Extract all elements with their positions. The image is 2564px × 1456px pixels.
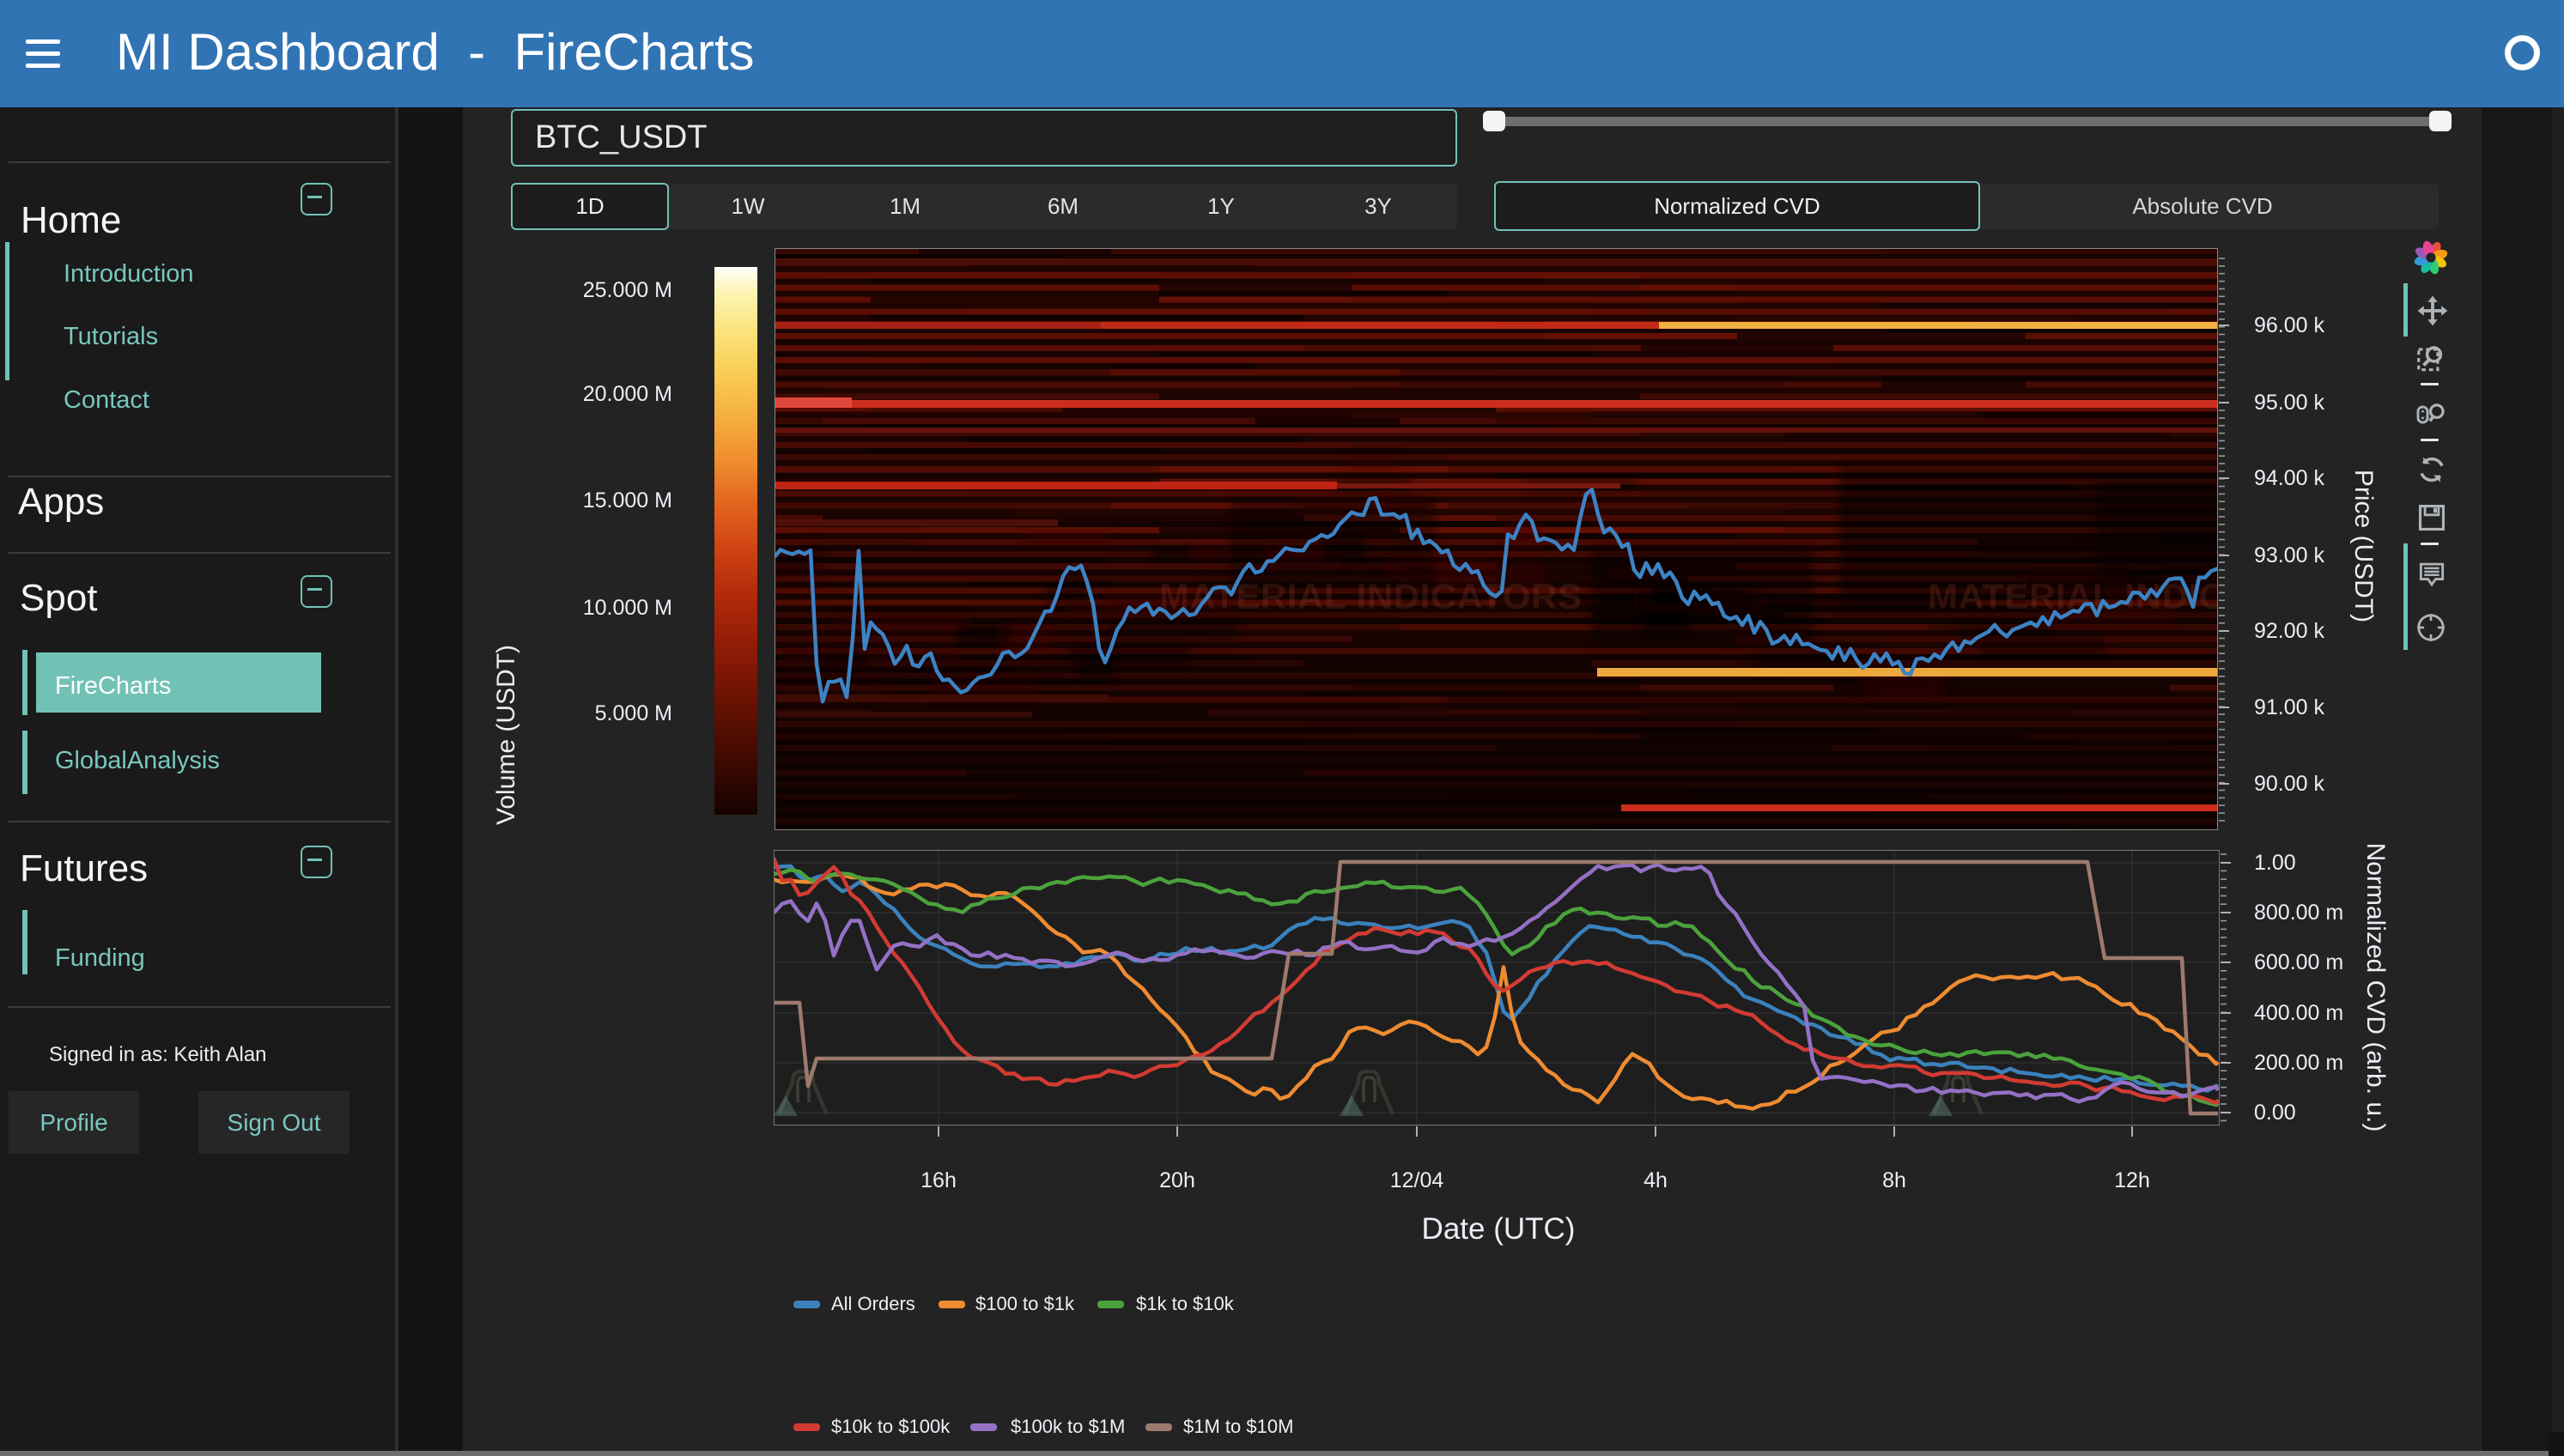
svg-text:MATERIAL INDICATORS: MATERIAL INDICATORS (1159, 576, 1582, 616)
